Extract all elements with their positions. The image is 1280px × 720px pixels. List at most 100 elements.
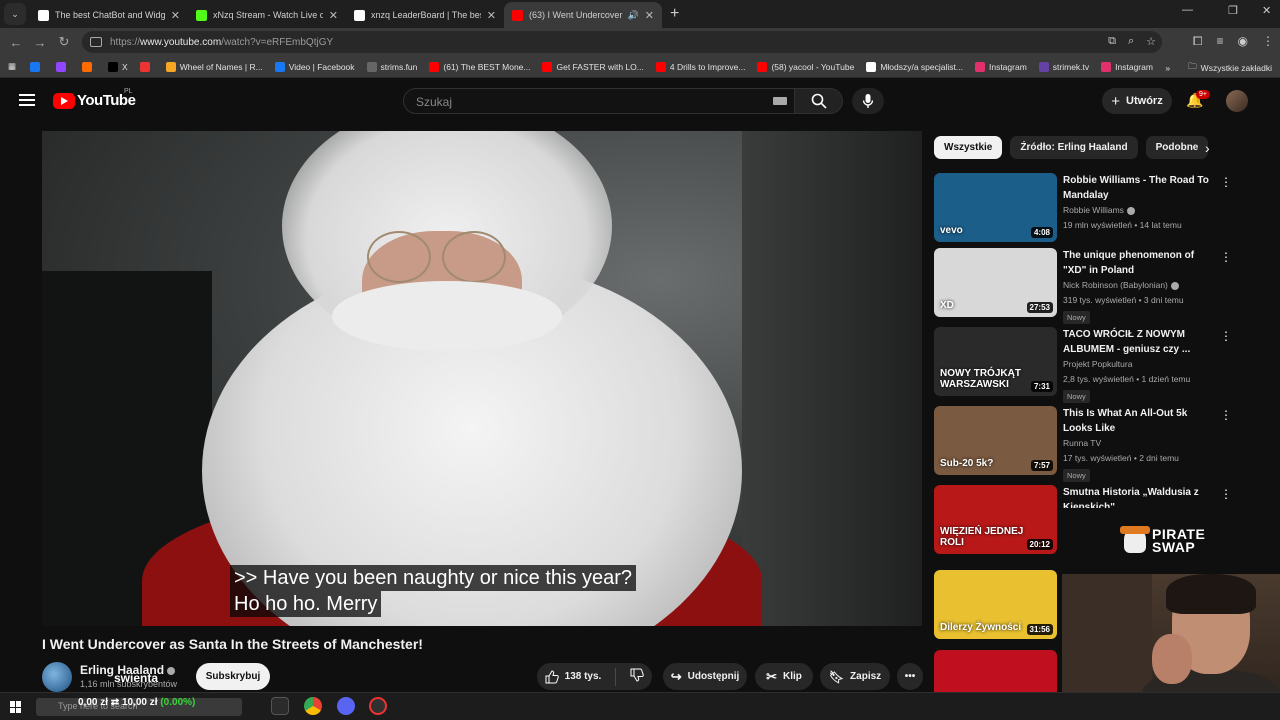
more-vertical-icon[interactable]: ⋮ <box>1220 250 1232 264</box>
bookmark-item[interactable] <box>56 61 70 72</box>
video-thumbnail[interactable]: vevo 4:08 <box>934 173 1057 242</box>
bookmark-item[interactable]: strimek.tv <box>1038 61 1089 72</box>
recommended-video[interactable]: Sub-20 5k? 7:57 This Is What An All-Out 5k… <box>934 406 1254 482</box>
recommended-video[interactable]: vevo 4:08 Robbie Williams - The Road To Ma… <box>934 173 1254 243</box>
video-player[interactable]: >> Have you been naughty or nice this ye… <box>42 131 922 626</box>
apps-icon[interactable]: ▦ <box>8 61 16 72</box>
thumbs-down-icon <box>630 668 645 682</box>
voice-search-button[interactable] <box>852 88 884 114</box>
create-button[interactable]: + Utwórz <box>1102 88 1172 114</box>
search-input[interactable]: Szukaj <box>403 88 795 114</box>
chip-source[interactable]: Źródło: Erling Haaland <box>1010 136 1138 159</box>
channel-avatar[interactable] <box>42 662 72 692</box>
youtube-logo[interactable]: YouTube PL <box>53 88 136 109</box>
bookmark-item[interactable]: Video | Facebook <box>274 61 355 72</box>
bookmark-item[interactable]: X <box>108 61 128 72</box>
folder-icon: 🗀 <box>1188 61 1197 71</box>
bookmark-item[interactable]: (58) yacool - YouTube <box>757 61 854 72</box>
more-actions-button[interactable]: ••• <box>897 663 923 690</box>
chrome-app-icon[interactable] <box>304 697 322 715</box>
browser-tab-4-active[interactable]: (63) I Went Undercover as S 🔊 ✕ <box>504 2 662 28</box>
extensions-icon[interactable]: ⧠ <box>1193 34 1203 49</box>
recommended-video-title[interactable]: Robbie Williams - The Road To Mandalay <box>1063 173 1219 203</box>
bookmark-item[interactable] <box>139 61 154 72</box>
bookmark-item[interactable]: Wheel of Names | R... <box>165 61 263 72</box>
bookmark-item[interactable]: Instagram <box>974 61 1027 72</box>
chevron-double-right-icon[interactable]: » <box>1165 63 1170 73</box>
bookmark-item[interactable]: 4 Drills to Improve... <box>655 61 745 72</box>
close-icon[interactable]: ✕ <box>329 9 338 22</box>
browser-tab-2[interactable]: xNzq Stream - Watch Live on K ✕ <box>188 2 346 28</box>
keyboard-icon[interactable] <box>773 97 787 105</box>
menu-icon[interactable]: ⋮ <box>1262 34 1274 49</box>
media-icon[interactable]: ≡ <box>1217 34 1224 49</box>
recommended-video-title[interactable]: This Is What An All-Out 5k Looks Like <box>1063 406 1219 436</box>
recommended-channel[interactable]: Projekt Popkultura <box>1063 359 1132 369</box>
zoom-icon[interactable]: ⌕ <box>1128 35 1134 48</box>
bookmark-star-icon[interactable]: ☆ <box>1146 35 1156 48</box>
all-bookmarks-folder[interactable]: » 🗀 Wszystkie zakładki <box>1165 61 1272 75</box>
video-thumbnail[interactable]: XD 27:53 <box>934 248 1057 317</box>
search-button[interactable] <box>795 88 843 114</box>
profile-icon[interactable]: ◉ <box>1238 34 1248 49</box>
recommended-video[interactable]: XD 27:53 The unique phenomenon of "XD" in … <box>934 248 1254 324</box>
browser-tab-1[interactable]: The best ChatBot and Widgets ✕ <box>30 2 188 28</box>
back-icon[interactable]: ← <box>4 35 28 50</box>
dislike-button[interactable] <box>630 668 645 685</box>
menu-burger-icon[interactable] <box>19 94 35 106</box>
chip-similar[interactable]: Podobne <box>1145 136 1209 159</box>
bookmark-favicon-icon <box>866 61 877 72</box>
share-button[interactable]: ↪ Udostępnij <box>663 663 747 690</box>
video-thumbnail[interactable]: Sub-20 5k? 7:57 <box>934 406 1057 475</box>
restore-icon[interactable]: ❐ <box>1228 4 1238 17</box>
clip-button[interactable]: ✂ Klip <box>755 663 813 690</box>
subscribe-button[interactable]: Subskrybuj <box>196 663 270 690</box>
url-field[interactable]: https://www.youtube.com/watch?v=eRFEmbQt… <box>82 31 1162 53</box>
bookmark-item[interactable]: (61) The BEST Mone... <box>429 61 530 72</box>
like-button[interactable]: 138 tys. <box>545 669 601 684</box>
discord-app-icon[interactable] <box>337 697 355 715</box>
bookmark-item[interactable]: strims.fun <box>366 61 417 72</box>
bookmark-item[interactable]: Instagram <box>1101 61 1153 72</box>
video-thumbnail[interactable]: Dilerzy Żywności 31:56 <box>934 570 1057 639</box>
bookmark-item[interactable]: Get FASTER with LO... <box>542 61 644 72</box>
minimize-icon[interactable]: — <box>1182 4 1193 16</box>
speaker-icon[interactable]: 🔊 <box>628 10 639 21</box>
chevron-right-icon[interactable]: › <box>1205 140 1210 156</box>
video-thumbnail[interactable]: NOWY TRÓJKĄT WARSZAWSKI 7:31 <box>934 327 1057 396</box>
recommended-video[interactable]: NOWY TRÓJKĄT WARSZAWSKI 7:31 TACO WRÓCIŁ Z… <box>934 327 1254 403</box>
more-vertical-icon[interactable]: ⋮ <box>1220 487 1232 501</box>
new-tab-icon[interactable]: + <box>670 5 679 23</box>
recommended-channel[interactable]: Robbie Williams <box>1063 205 1135 215</box>
install-app-icon[interactable]: ⧉ <box>1108 35 1116 48</box>
bookmark-favicon-icon <box>1101 61 1112 72</box>
obs-app-icon[interactable] <box>369 697 387 715</box>
recommended-video-title[interactable]: TACO WRÓCIŁ Z NOWYM ALBUMEM - geniusz cz… <box>1063 327 1219 357</box>
bookmark-item[interactable]: Młodszy/a specjalist... <box>866 61 963 72</box>
browser-tab-3[interactable]: xnzq LeaderBoard | The best C ✕ <box>346 2 504 28</box>
account-avatar[interactable] <box>1226 90 1248 112</box>
chip-all[interactable]: Wszystkie <box>934 136 1003 159</box>
reload-icon[interactable]: ↻ <box>52 34 76 50</box>
window-close-icon[interactable]: ✕ <box>1262 4 1271 17</box>
bookmark-label: Młodszy/a specjalist... <box>880 61 963 72</box>
video-thumbnail[interactable]: WIĘZIEŃ JEDNEJ ROLI 20:12 <box>934 485 1057 554</box>
bookmark-favicon-icon <box>82 61 93 72</box>
bookmark-item[interactable] <box>82 61 96 72</box>
site-info-icon[interactable] <box>90 37 102 47</box>
close-icon[interactable]: ✕ <box>487 9 496 22</box>
bookmark-item[interactable] <box>30 61 44 72</box>
tab-search-button[interactable]: ⌄ <box>4 3 26 25</box>
save-button[interactable]: 🔖︎ Zapisz <box>820 663 890 690</box>
close-icon[interactable]: ✕ <box>171 9 180 22</box>
more-vertical-icon[interactable]: ⋮ <box>1220 329 1232 343</box>
recommended-video-title[interactable]: The unique phenomenon of "XD" in Poland <box>1063 248 1219 278</box>
forward-icon[interactable]: → <box>28 35 52 50</box>
close-icon[interactable]: ✕ <box>645 9 654 22</box>
terminal-app-icon[interactable] <box>271 697 289 715</box>
windows-start-icon[interactable] <box>10 701 22 713</box>
recommended-channel[interactable]: Runna TV <box>1063 438 1101 448</box>
more-vertical-icon[interactable]: ⋮ <box>1220 408 1232 422</box>
recommended-channel[interactable]: Nick Robinson (Babylonian) <box>1063 280 1179 290</box>
more-vertical-icon[interactable]: ⋮ <box>1220 175 1232 189</box>
